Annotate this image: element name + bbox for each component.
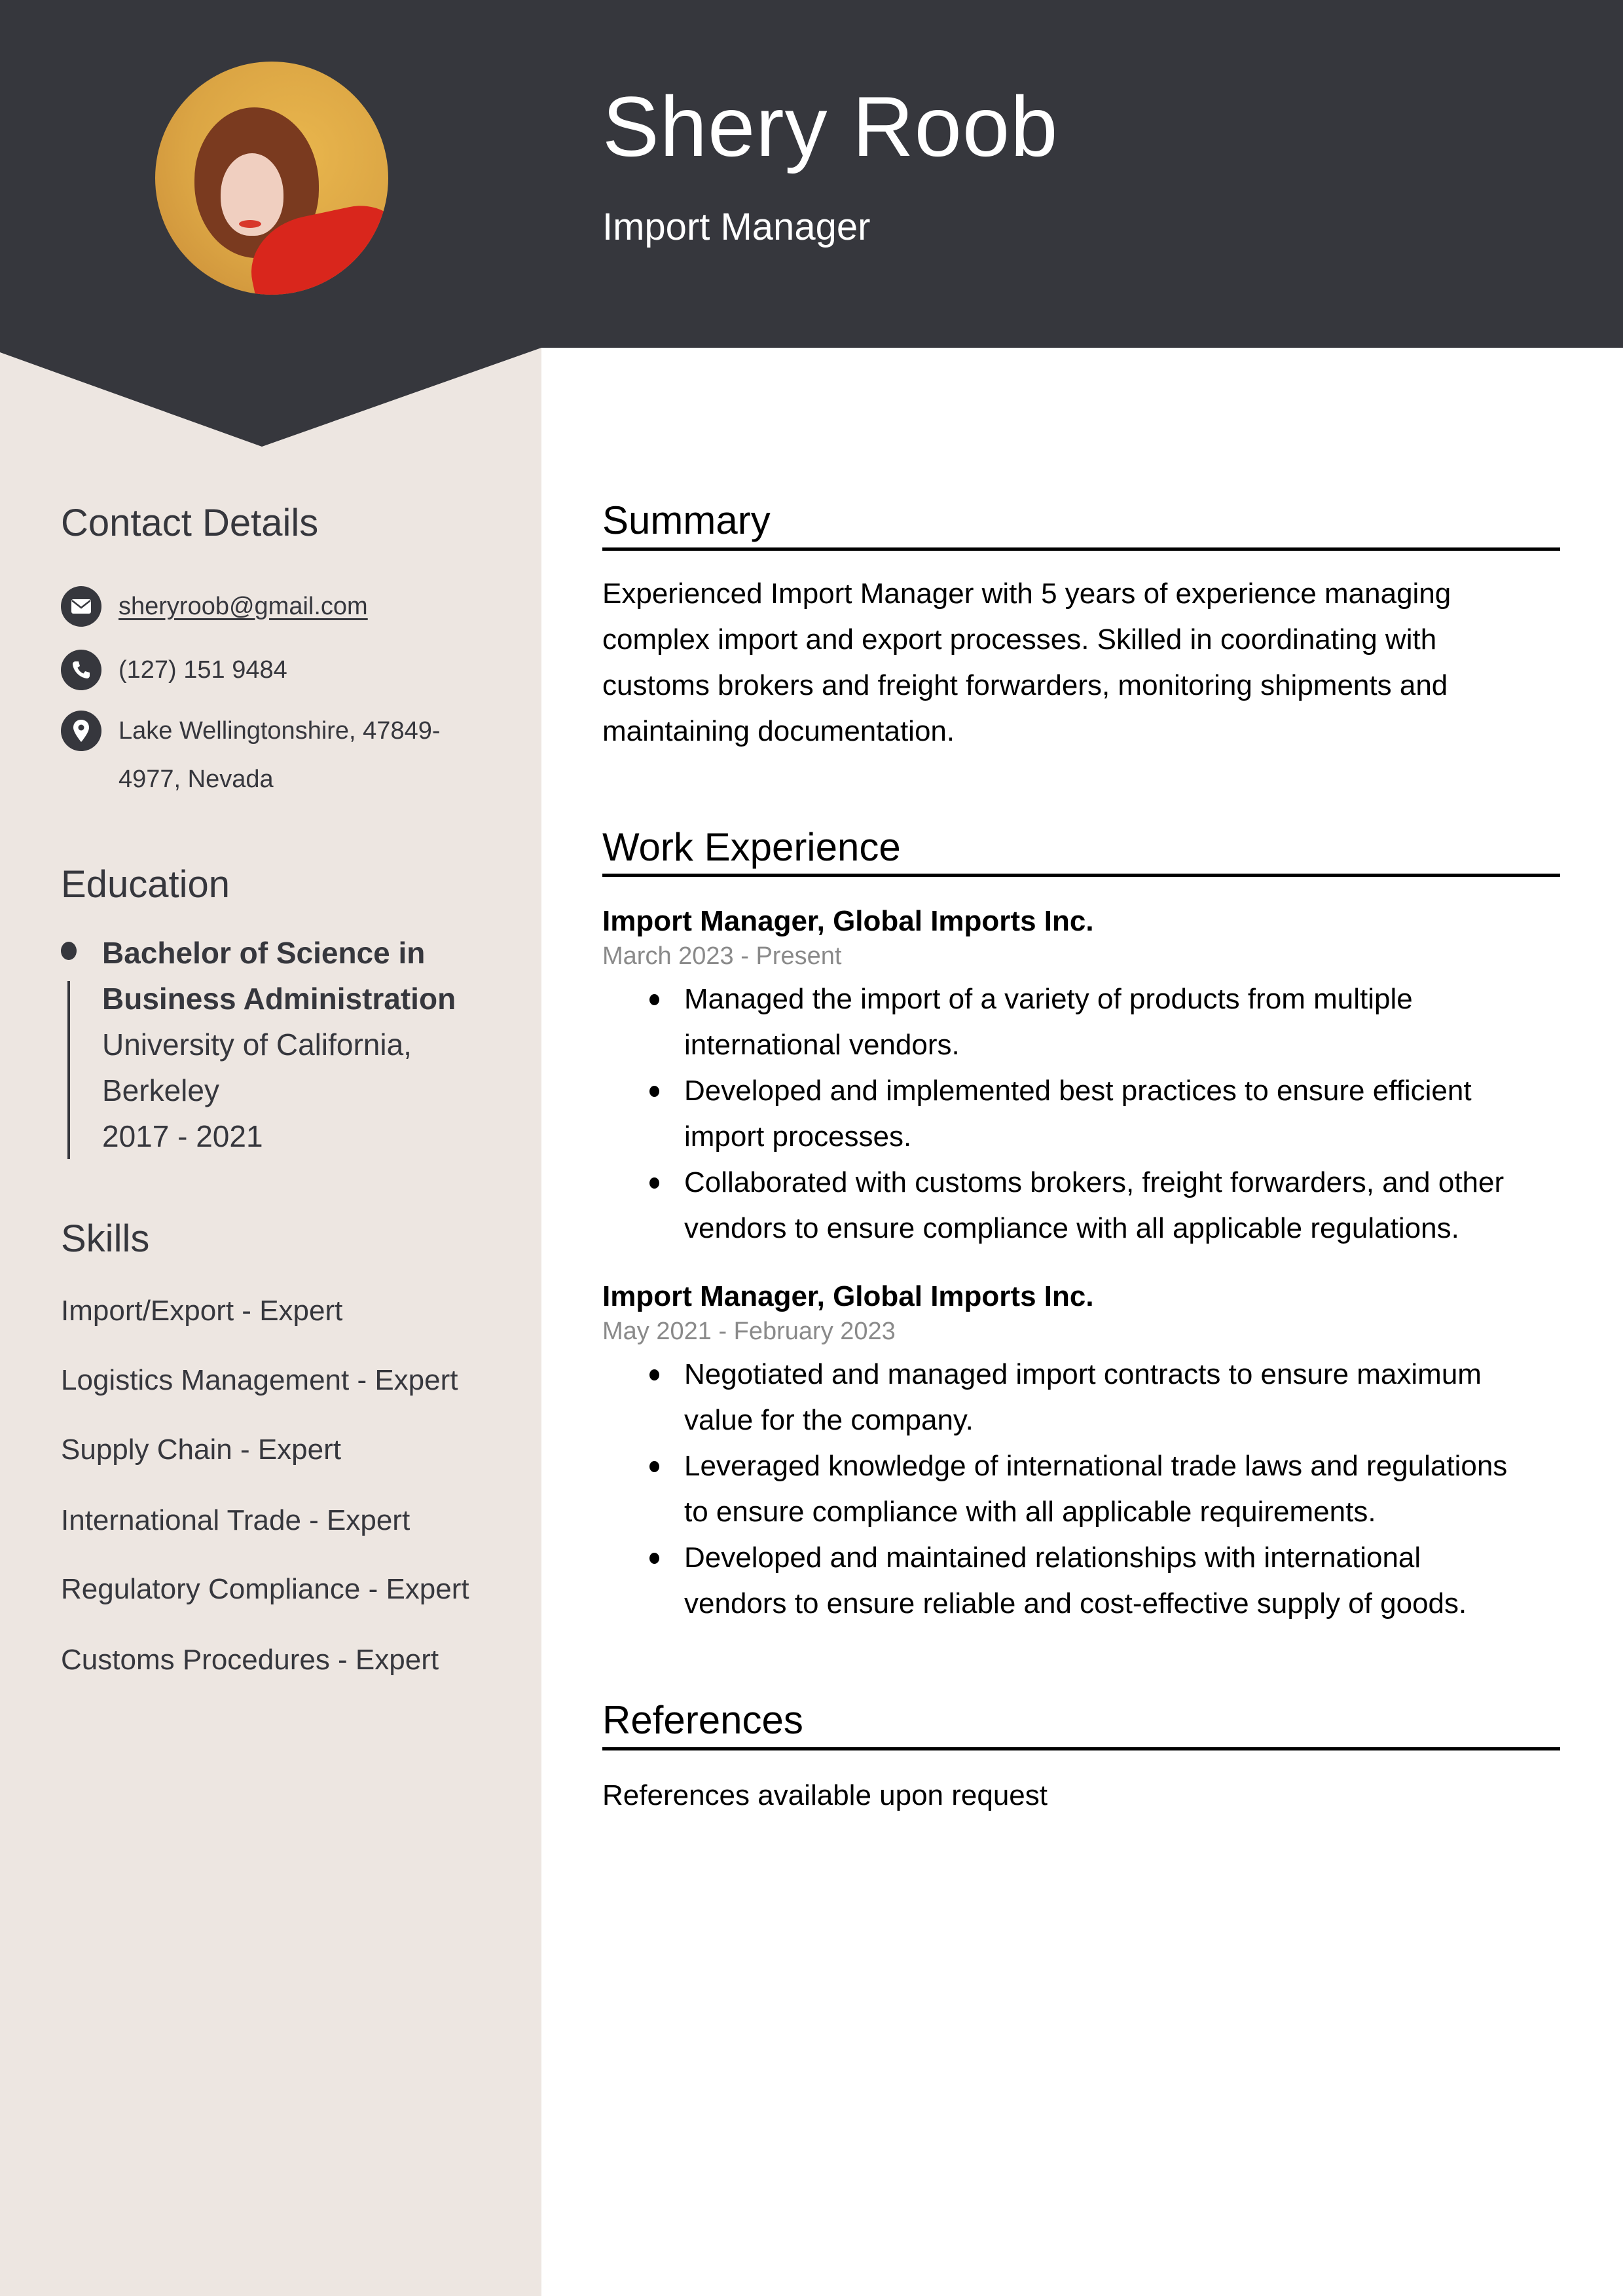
- job-entry: Import Manager, Global Imports Inc. Marc…: [602, 907, 1560, 1251]
- education-heading: Education: [61, 863, 230, 906]
- work-divider: [602, 874, 1560, 877]
- bullet-line: vendors to ensure reliable and cost-effe…: [684, 1587, 1467, 1620]
- skill-item: Regulatory Compliance - Expert: [61, 1573, 469, 1605]
- contact-email-link[interactable]: sheryroob@gmail.com: [119, 582, 368, 631]
- education-details: Bachelor of Science in Business Administ…: [102, 930, 521, 1159]
- bullet-line: Collaborated with customs brokers, freig…: [684, 1166, 1504, 1198]
- bullet-icon: [649, 1369, 659, 1380]
- address-line-2: 4977, Nevada: [119, 766, 274, 793]
- job-bullets: Negotiated and managed import contracts …: [602, 1352, 1560, 1627]
- references-heading: References: [602, 1698, 803, 1742]
- bullet-line: import processes.: [684, 1120, 912, 1153]
- phone-icon: [61, 650, 101, 690]
- summary-text: Experienced Import Manager with 5 years …: [602, 571, 1560, 754]
- bullet-icon: [649, 994, 659, 1005]
- skills-heading-wrap: Skills: [61, 1220, 513, 1258]
- bullet-icon: [649, 1177, 659, 1189]
- bullet-line: value for the company.: [684, 1404, 974, 1436]
- bullet-line: Developed and implemented best practices…: [684, 1075, 1472, 1107]
- job-bullet: Leveraged knowledge of international tra…: [602, 1443, 1560, 1535]
- bullet-line: Managed the import of a variety of produ…: [684, 983, 1413, 1015]
- contact-heading: Contact Details: [61, 502, 319, 544]
- job-bullets: Managed the import of a variety of produ…: [602, 976, 1560, 1251]
- job-dates: May 2021 - February 2023: [602, 1318, 896, 1345]
- education-years: 2017 - 2021: [102, 1119, 263, 1153]
- photo-lips: [239, 220, 261, 228]
- summary-line: complex import and export processes. Ski…: [602, 623, 1437, 656]
- bullet-line: Developed and maintained relationships w…: [684, 1542, 1421, 1574]
- job-bullet: Negotiated and managed import contracts …: [602, 1352, 1560, 1443]
- contact-address: Lake Wellingtonshire, 47849- 4977, Nevad…: [119, 707, 441, 804]
- bullet-icon: [649, 1553, 659, 1564]
- work-heading-wrap: Work Experience: [602, 828, 1560, 867]
- job-bullet: Developed and maintained relationships w…: [602, 1535, 1560, 1627]
- contact-phone: (127) 151 9484: [119, 656, 287, 684]
- references-text: References available upon request: [602, 1779, 1048, 1811]
- work-heading: Work Experience: [602, 825, 901, 869]
- references-divider: [602, 1747, 1560, 1750]
- school-line-2: Berkeley: [102, 1073, 219, 1107]
- header-chevron: [0, 347, 541, 447]
- job-entry: Import Manager, Global Imports Inc. May …: [602, 1282, 1560, 1627]
- summary-heading-wrap: Summary: [602, 501, 1560, 540]
- envelope-icon: [61, 586, 101, 627]
- skills-heading: Skills: [61, 1217, 150, 1260]
- bullet-icon: [649, 1086, 659, 1097]
- contact-address-row: Lake Wellingtonshire, 47849- 4977, Nevad…: [61, 711, 441, 804]
- timeline-dot: [61, 942, 77, 960]
- bullet-line: international vendors.: [684, 1029, 960, 1061]
- candidate-job-title: Import Manager: [602, 206, 871, 248]
- degree-line-1: Bachelor of Science in: [102, 936, 426, 970]
- job-bullet: Managed the import of a variety of produ…: [602, 976, 1560, 1068]
- summary-divider: [602, 547, 1560, 551]
- bullet-line: to ensure compliance with all applicable…: [684, 1496, 1376, 1528]
- profile-photo: [155, 62, 388, 295]
- job-dates: March 2023 - Present: [602, 942, 842, 970]
- contact-section: Contact Details sheryroob@gmail.com (127…: [61, 502, 513, 793]
- skill-item: International Trade - Expert: [61, 1504, 410, 1536]
- skill-item: Logistics Management - Expert: [61, 1364, 458, 1396]
- skill-item: Customs Procedures - Expert: [61, 1644, 439, 1676]
- summary-heading: Summary: [602, 498, 771, 542]
- references-heading-wrap: References: [602, 1701, 1560, 1740]
- summary-line: Experienced Import Manager with 5 years …: [602, 578, 1451, 610]
- job-title: Import Manager, Global Imports Inc.: [602, 905, 1094, 937]
- job-bullet: Collaborated with customs brokers, freig…: [602, 1160, 1560, 1251]
- bullet-line: vendors to ensure compliance with all ap…: [684, 1212, 1459, 1244]
- map-pin-icon: [61, 711, 101, 751]
- bullet-line: Negotiated and managed import contracts …: [684, 1358, 1482, 1390]
- skill-item: Supply Chain - Expert: [61, 1434, 341, 1466]
- timeline-line: [67, 981, 70, 1159]
- address-line-1: Lake Wellingtonshire, 47849-: [119, 717, 441, 745]
- degree-line-2: Business Administration: [102, 982, 456, 1016]
- job-title: Import Manager, Global Imports Inc.: [602, 1280, 1094, 1312]
- education-heading-wrap: Education: [61, 866, 513, 904]
- bullet-line: Leveraged knowledge of international tra…: [684, 1450, 1508, 1482]
- contact-email-row: sheryroob@gmail.com: [61, 586, 368, 631]
- job-bullet: Developed and implemented best practices…: [602, 1068, 1560, 1160]
- skill-item: Import/Export - Expert: [61, 1295, 343, 1327]
- bullet-icon: [649, 1461, 659, 1472]
- school-line-1: University of California,: [102, 1028, 412, 1062]
- summary-line: maintaining documentation.: [602, 715, 955, 747]
- summary-line: customs brokers and freight forwarders, …: [602, 669, 1448, 701]
- contact-phone-row: (127) 151 9484: [61, 650, 287, 694]
- candidate-name: Shery Roob: [602, 79, 1059, 174]
